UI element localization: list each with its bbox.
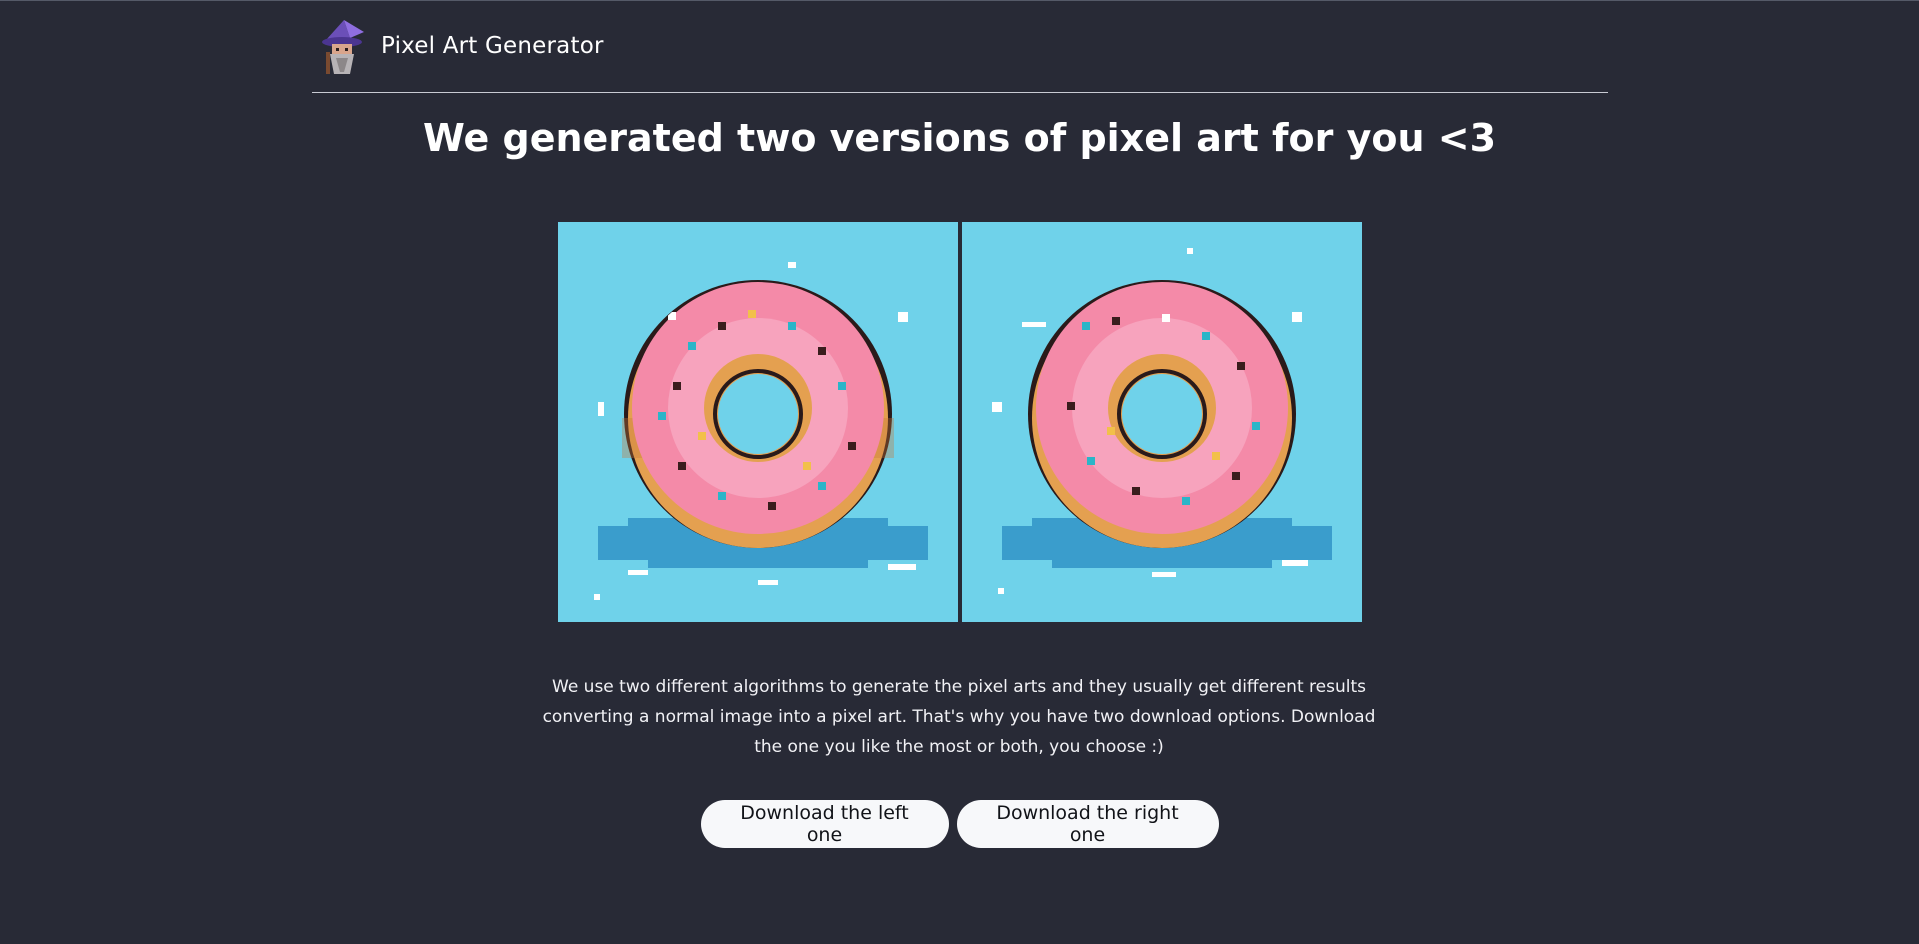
download-left-button[interactable]: Download the left one — [700, 800, 949, 848]
top-navbar: Pixel Art Generator — [312, 0, 1608, 93]
right-pixel-art — [962, 222, 1362, 622]
page-heading: We generated two versions of pixel art f… — [422, 116, 1497, 160]
donut-icon — [594, 262, 928, 600]
download-actions: Download the left one Download the right… — [0, 800, 1919, 848]
wizard-avatar-icon[interactable] — [320, 18, 366, 76]
algorithm-description: We use two different algorithms to gener… — [542, 677, 1376, 757]
brand-title[interactable]: Pixel Art Generator — [381, 33, 604, 59]
pixel-art-gallery — [558, 222, 1362, 622]
download-right-button[interactable]: Download the right one — [956, 800, 1219, 848]
donut-icon — [992, 248, 1332, 594]
left-pixel-art — [558, 222, 958, 622]
